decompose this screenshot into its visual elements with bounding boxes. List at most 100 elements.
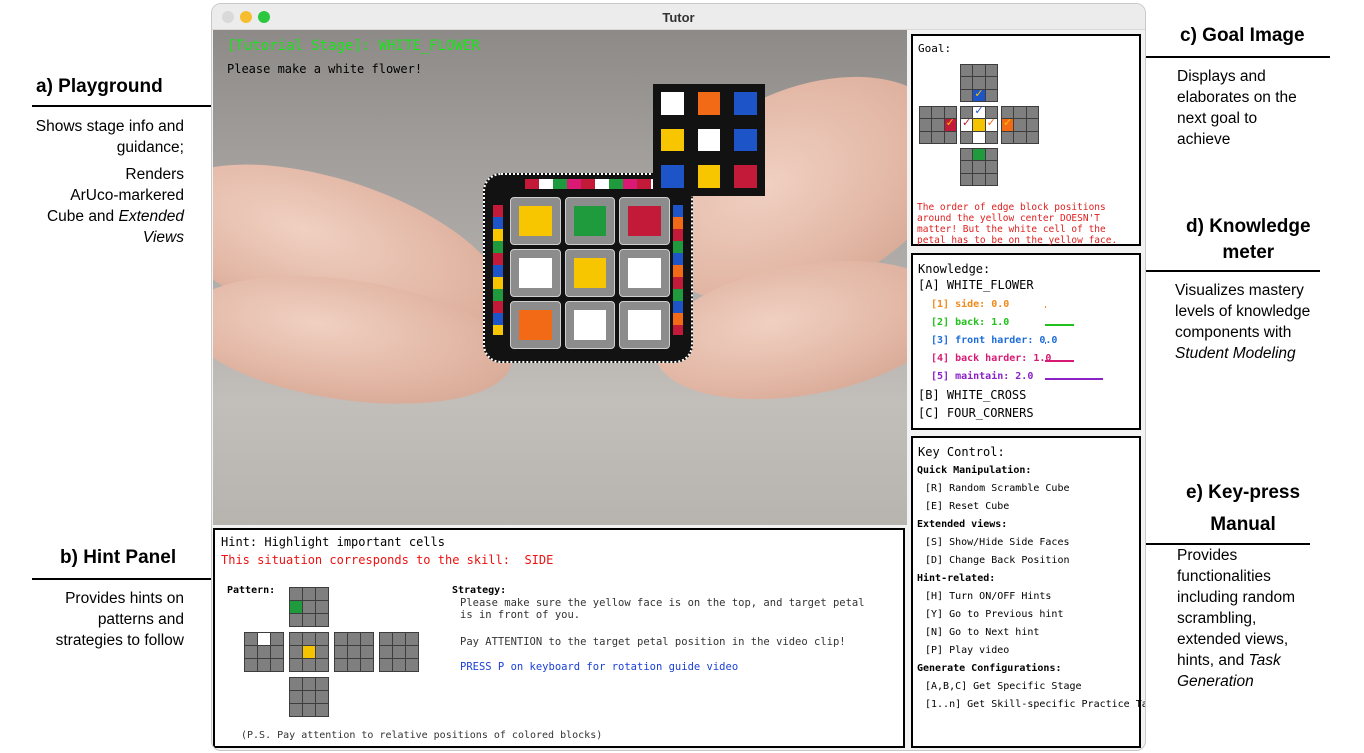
extended-view-back-face xyxy=(653,84,765,196)
cube-cell xyxy=(564,249,616,297)
key-command[interactable]: [N] Go to Next hint xyxy=(925,627,1039,638)
annotation-e-desc-line: Task xyxy=(1248,652,1281,669)
cube-sticker xyxy=(519,258,552,288)
goal-cell-blue: ✓ xyxy=(973,87,985,101)
goal-note: The order of edge block positions around… xyxy=(917,202,1118,246)
annotation-e-title-line: Manual xyxy=(1210,514,1276,535)
cube-sticker xyxy=(573,206,607,236)
annotation-e-desc-line: Generation xyxy=(1177,673,1254,690)
extended-view-cell xyxy=(661,92,684,115)
extended-view-cell xyxy=(697,165,721,188)
annotation-b-desc-line: patterns and xyxy=(97,611,184,628)
pattern-face-back xyxy=(379,632,419,672)
strategy-text: Please make sure the yellow face is on t… xyxy=(460,597,865,621)
check-icon: ✓ xyxy=(962,117,972,130)
annotation-c-desc: Displays and elaborates on the next goal… xyxy=(1177,66,1297,150)
check-icon: ✓ xyxy=(974,87,984,100)
knowledge-item-label: [3] front harder: 0.0 xyxy=(931,335,1058,346)
extended-view-grid xyxy=(661,92,757,188)
annotation-a-title: a) Playground xyxy=(36,76,163,97)
attention-text: Pay ATTENTION to the target petal positi… xyxy=(460,636,846,648)
cube[interactable] xyxy=(483,173,693,363)
pattern-label: Pattern: xyxy=(227,585,276,596)
hint-skill-name: SIDE xyxy=(524,553,554,567)
key-section-heading: Extended views: xyxy=(917,519,1008,530)
annotation-a-desc2-line: Cube and xyxy=(46,208,115,225)
hint-panel: Hint: Highlight important cells This sit… xyxy=(213,528,905,748)
knowledge-item-label: [1] side: 0.0 xyxy=(931,299,1010,310)
key-command[interactable]: [E] Reset Cube xyxy=(925,501,1009,512)
ps-note: (P.S. Pay attention to relative position… xyxy=(241,730,603,741)
annotation-e-desc-line: functionalities xyxy=(1177,568,1271,585)
annotation-d-desc-line: levels of knowledge xyxy=(1175,303,1311,320)
annotation-e-desc: Provides functionalities including rando… xyxy=(1177,545,1295,692)
key-command[interactable]: [Y] Go to Previous hint xyxy=(925,609,1063,620)
annotation-d-desc-line: Visualizes mastery xyxy=(1175,282,1304,299)
key-command[interactable]: [R] Random Scramble Cube xyxy=(925,483,1070,494)
knowledge-item-label: [2] back: 1.0 xyxy=(931,317,1010,328)
extended-view-cell xyxy=(734,165,757,188)
goal-face-top: ✓ xyxy=(960,64,998,102)
knowledge-group-b[interactable]: [B] WHITE_CROSS xyxy=(918,388,1026,402)
annotation-d-title-line: meter xyxy=(1222,242,1275,263)
knowledge-item-label: [4] back harder: 1.0 xyxy=(931,353,1052,364)
strategy-label: Strategy: xyxy=(452,585,507,596)
annotation-b-desc: Provides hints on patterns and strategie… xyxy=(4,588,184,651)
annotation-e-title: e) Key-press Manual xyxy=(1186,477,1300,541)
cube-sticker xyxy=(573,310,607,340)
extended-view-cell xyxy=(697,128,721,152)
extended-view-cell xyxy=(734,92,757,115)
annotation-d-desc-line: components with xyxy=(1175,324,1292,341)
press-p-video-link[interactable]: PRESS P on keyboard for rotation guide v… xyxy=(460,661,738,673)
pattern-face-left xyxy=(244,632,284,672)
knowledge-group-a[interactable]: [A] WHITE_FLOWER xyxy=(918,278,1034,292)
hint-title: Hint: Highlight important cells xyxy=(221,535,445,549)
key-command[interactable]: [A,B,C] Get Specific Stage xyxy=(925,681,1082,692)
cube-sticker xyxy=(519,206,552,236)
check-icon: ✓ xyxy=(945,117,955,130)
knowledge-group-c[interactable]: [C] FOUR_CORNERS xyxy=(918,406,1034,420)
annotation-a-desc2: Renders ArUco-markered Cube and Extended… xyxy=(4,164,184,248)
knowledge-mastery-bar xyxy=(1045,378,1103,380)
annotation-a-line xyxy=(32,105,224,107)
annotation-a-desc2-line: Renders xyxy=(125,166,184,183)
stage-info: [Tutorial Stage]: WHITE_FLOWER xyxy=(227,38,480,54)
goal-face-right: ✓ xyxy=(1001,106,1039,144)
annotation-a-desc1: Shows stage info and guidance; xyxy=(35,118,184,156)
annotation-b-desc-line: strategies to follow xyxy=(55,632,184,649)
key-command[interactable]: [H] Turn ON/OFF Hints xyxy=(925,591,1051,602)
key-command[interactable]: [D] Change Back Position xyxy=(925,555,1070,566)
cube-cell xyxy=(619,197,670,245)
annotation-d-title-line: d) Knowledge xyxy=(1186,216,1311,237)
goal-panel: Goal: ✓ ✓ ✓ ✓ ✓ ✓ The order of edge bloc… xyxy=(911,34,1141,246)
key-command[interactable]: [1..n] Get Skill-specific Practice Task xyxy=(925,699,1145,710)
pattern-face-top xyxy=(289,587,329,627)
key-control-panel: Key Control: Quick Manipulation: [R] Rand… xyxy=(911,436,1145,748)
cube-cell xyxy=(619,301,670,349)
annotation-a-desc2-line: ArUco-markered xyxy=(70,187,184,204)
cube-cell xyxy=(510,301,561,349)
strategy-line: is in front of you. xyxy=(460,609,581,621)
knowledge-mastery-bar xyxy=(1045,306,1046,308)
guidance-text: Please make a white flower! xyxy=(227,62,423,76)
pattern-face-bottom xyxy=(289,677,329,717)
cube-sticker xyxy=(628,310,661,340)
annotation-a-desc2-line: Views xyxy=(142,229,184,246)
cube-sticker xyxy=(519,310,552,340)
knowledge-panel: Knowledge: [A] WHITE_FLOWER [1] side: 0.… xyxy=(911,253,1141,430)
annotation-e-desc-line: extended views, xyxy=(1177,631,1289,648)
pattern-face-right xyxy=(334,632,374,672)
extended-view-cell xyxy=(734,128,757,152)
strategy-line: Please make sure the yellow face is on t… xyxy=(460,597,865,609)
goal-title: Goal: xyxy=(918,42,952,55)
knowledge-mastery-bar xyxy=(1045,342,1046,344)
key-command[interactable]: [S] Show/Hide Side Faces xyxy=(925,537,1070,548)
key-section-heading: Generate Configurations: xyxy=(917,663,1062,674)
key-command[interactable]: [P] Play video xyxy=(925,645,1009,656)
check-icon: ✓ xyxy=(974,105,984,117)
playground-view[interactable]: [Tutorial Stage]: WHITE_FLOWER Please ma… xyxy=(213,30,907,525)
annotation-c-title: c) Goal Image xyxy=(1180,25,1305,46)
goal-face-left: ✓ xyxy=(919,106,957,144)
pattern-face-center xyxy=(289,632,329,672)
window-titlebar[interactable]: Tutor xyxy=(212,4,1145,30)
